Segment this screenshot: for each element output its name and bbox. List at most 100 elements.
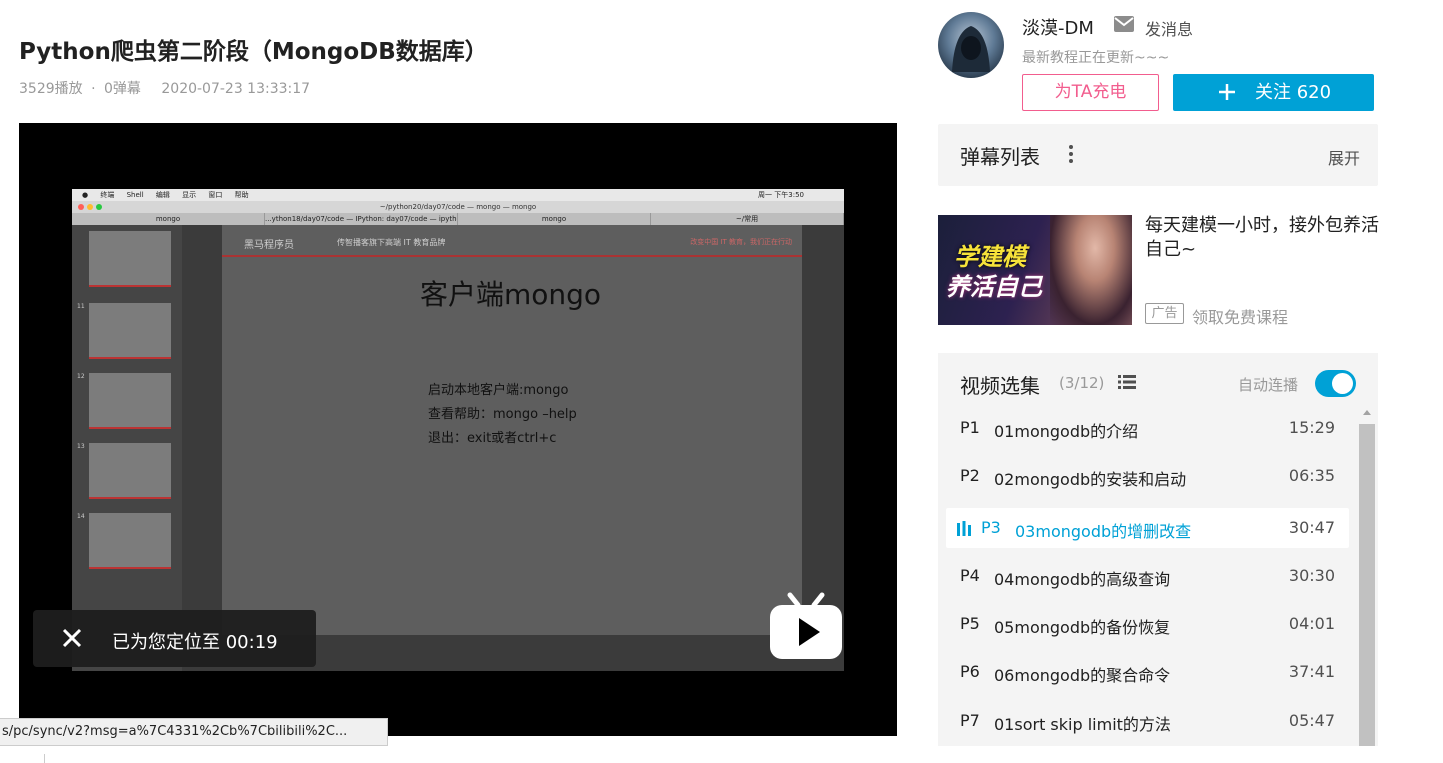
- episode-duration: 05:47: [1288, 711, 1335, 730]
- list-view-icon[interactable]: [1118, 375, 1136, 389]
- slide-thumb-number: 13: [77, 443, 85, 450]
- slide-heading: 客户端mongo: [420, 278, 602, 311]
- ad-title[interactable]: 每天建模一小时，接外包养活自己~: [1145, 214, 1381, 262]
- ad-image[interactable]: 学建模 养活自己: [938, 215, 1132, 325]
- video-frame: ● 终端 Shell 编辑 显示 窗口 帮助 周一 下午3:50 ~/pytho…: [72, 189, 844, 671]
- ad-badge: 广告: [1145, 303, 1184, 324]
- slide-thumb: [89, 231, 171, 287]
- slide-slogan: 改变中国 IT 教育，我们正在行动: [690, 238, 792, 246]
- video-title: Python爬虫第二阶段（MongoDB数据库）: [19, 39, 488, 65]
- episode-name: 03mongodb的增删改查: [1015, 522, 1192, 541]
- episode-duration: 30:30: [1288, 566, 1335, 585]
- episode-list-panel: 视频选集 (3/12) 自动连播 P1 01mongodb的介绍 15:29 P…: [938, 353, 1378, 746]
- episode-item[interactable]: P7 01sort skip limit的方法 05:47: [946, 701, 1349, 741]
- episode-duration: 30:47: [1288, 518, 1335, 537]
- slide-thumb-number: 14: [77, 513, 85, 520]
- terminal-tab: ~/常用: [651, 213, 844, 225]
- danmaku-list-title: 弹幕列表: [960, 145, 1040, 169]
- expand-button[interactable]: 展开: [1328, 145, 1360, 169]
- plus-icon: [1219, 84, 1235, 100]
- episode-count: (3/12): [1059, 374, 1105, 392]
- ad-figure: [1050, 215, 1132, 325]
- episode-item-active[interactable]: P3 03mongodb的增删改查 30:47: [946, 508, 1349, 548]
- follow-button[interactable]: 关注 620: [1173, 74, 1374, 111]
- slide-line: 查看帮助：mongo –help: [428, 407, 577, 422]
- episode-name: 02mongodb的安装和启动: [994, 470, 1187, 489]
- publish-date: 2020-07-23 13:33:17: [161, 81, 311, 97]
- episode-item[interactable]: P1 01mongodb的介绍 15:29: [946, 408, 1349, 448]
- episode-page: P6: [960, 662, 980, 681]
- episode-page: P1: [960, 418, 980, 437]
- resume-toast: 已为您定位至 00:19: [33, 610, 316, 667]
- episode-name: 04mongodb的高级查询: [994, 570, 1171, 589]
- current-slide: 黑马程序员 传智播客旗下高端 IT 教育品牌 改变中国 IT 教育，我们正在行动…: [222, 225, 802, 635]
- slide-header: 黑马程序员 传智播客旗下高端 IT 教育品牌 改变中国 IT 教育，我们正在行动: [222, 225, 802, 257]
- send-message-link[interactable]: 发消息: [1145, 16, 1193, 40]
- meta-separator: ·: [91, 81, 96, 97]
- autoplay-label: 自动连播: [1238, 376, 1299, 394]
- ad-link[interactable]: 领取免费课程: [1192, 304, 1288, 328]
- slide-thumb-number: 12: [77, 373, 85, 380]
- charge-button[interactable]: 为TA充电: [1022, 74, 1159, 111]
- menubar-item: 终端: [100, 191, 115, 199]
- terminal-tabs: mongo ...ython18/day07/code — IPython: d…: [72, 213, 844, 225]
- terminal-tab: mongo: [72, 213, 265, 225]
- episode-name: 01mongodb的介绍: [994, 422, 1139, 441]
- window-close-dot: [78, 204, 84, 210]
- terminal-tab: mongo: [458, 213, 651, 225]
- follow-label: 关注 620: [1255, 82, 1332, 103]
- close-icon[interactable]: [61, 627, 83, 649]
- play-icon[interactable]: [768, 591, 844, 661]
- resume-toast-text: 已为您定位至 00:19: [112, 632, 278, 653]
- slide-thumb: [89, 443, 171, 499]
- window-minimize-dot: [87, 204, 93, 210]
- episode-duration: 04:01: [1288, 614, 1335, 633]
- danmaku-count: 0弹幕: [104, 81, 141, 97]
- autoplay-toggle[interactable]: [1315, 370, 1356, 397]
- episode-name: 05mongodb的备份恢复: [994, 618, 1171, 637]
- mail-icon[interactable]: [1114, 16, 1134, 32]
- more-options-icon[interactable]: [1068, 144, 1074, 164]
- slide-thumb: [89, 303, 171, 359]
- slide-brand: 黑马程序员: [244, 240, 294, 251]
- scrollbar-thumb[interactable]: [1359, 424, 1375, 746]
- video-meta: 3529播放 · 0弹幕 2020-07-23 13:33:17: [19, 78, 314, 98]
- episode-page: P5: [960, 614, 980, 633]
- episode-page: P2: [960, 466, 980, 485]
- play-count: 3529播放: [19, 81, 83, 97]
- uploader-name[interactable]: 淡漠-DM: [1022, 14, 1094, 40]
- episode-duration: 06:35: [1288, 466, 1335, 485]
- video-player[interactable]: ● 终端 Shell 编辑 显示 窗口 帮助 周一 下午3:50 ~/pytho…: [19, 123, 897, 736]
- episode-duration: 37:41: [1288, 662, 1335, 681]
- slide-subtitle: 传智播客旗下高端 IT 教育品牌: [337, 238, 446, 247]
- episode-item[interactable]: P6 06mongodb的聚合命令 37:41: [946, 652, 1349, 692]
- slide-thumb: [89, 373, 171, 429]
- divider: [44, 754, 45, 763]
- episode-duration: 15:29: [1288, 418, 1335, 437]
- slide-thumbnails: 11 12 13 14: [72, 225, 182, 671]
- window-zoom-dot: [96, 204, 102, 210]
- slide-line: 启动本地客户端:mongo: [428, 383, 569, 398]
- menubar-item: 编辑: [155, 191, 170, 199]
- episode-name: 01sort skip limit的方法: [994, 715, 1171, 734]
- avatar[interactable]: [938, 12, 1004, 78]
- playing-indicator-icon: [957, 521, 971, 536]
- mac-menubar: ● 终端 Shell 编辑 显示 窗口 帮助 周一 下午3:50: [72, 189, 844, 201]
- menubar-item: 显示: [182, 191, 197, 199]
- slide-editor: 11 12 13 14 黑马程序员 传智播客旗下高端 IT 教育品牌 改变中国 …: [72, 225, 844, 671]
- slide-line: 退出：exit或者ctrl+c: [428, 431, 557, 446]
- scrollbar[interactable]: [1358, 408, 1376, 746]
- menubar-item: 窗口: [208, 191, 223, 199]
- terminal-tab: ...ython18/day07/code — IPython: day07/c…: [265, 213, 458, 225]
- terminal-title: ~/python20/day07/code — mongo — mongo: [72, 201, 844, 213]
- episode-item[interactable]: P4 04mongodb的高级查询 30:30: [946, 556, 1349, 596]
- episode-item[interactable]: P5 05mongodb的备份恢复 04:01: [946, 604, 1349, 644]
- episode-name: 06mongodb的聚合命令: [994, 666, 1171, 685]
- episode-item[interactable]: P2 02mongodb的安装和启动 06:35: [946, 456, 1349, 496]
- uploader-description: 最新教程正在更新~~~: [1022, 50, 1170, 66]
- menubar-item: 帮助: [234, 191, 249, 199]
- danmaku-list-panel[interactable]: 弹幕列表 展开: [938, 124, 1378, 186]
- scroll-up-arrow-icon[interactable]: [1363, 410, 1371, 415]
- episode-list-title: 视频选集: [960, 374, 1040, 398]
- menubar-item: Shell: [126, 191, 144, 199]
